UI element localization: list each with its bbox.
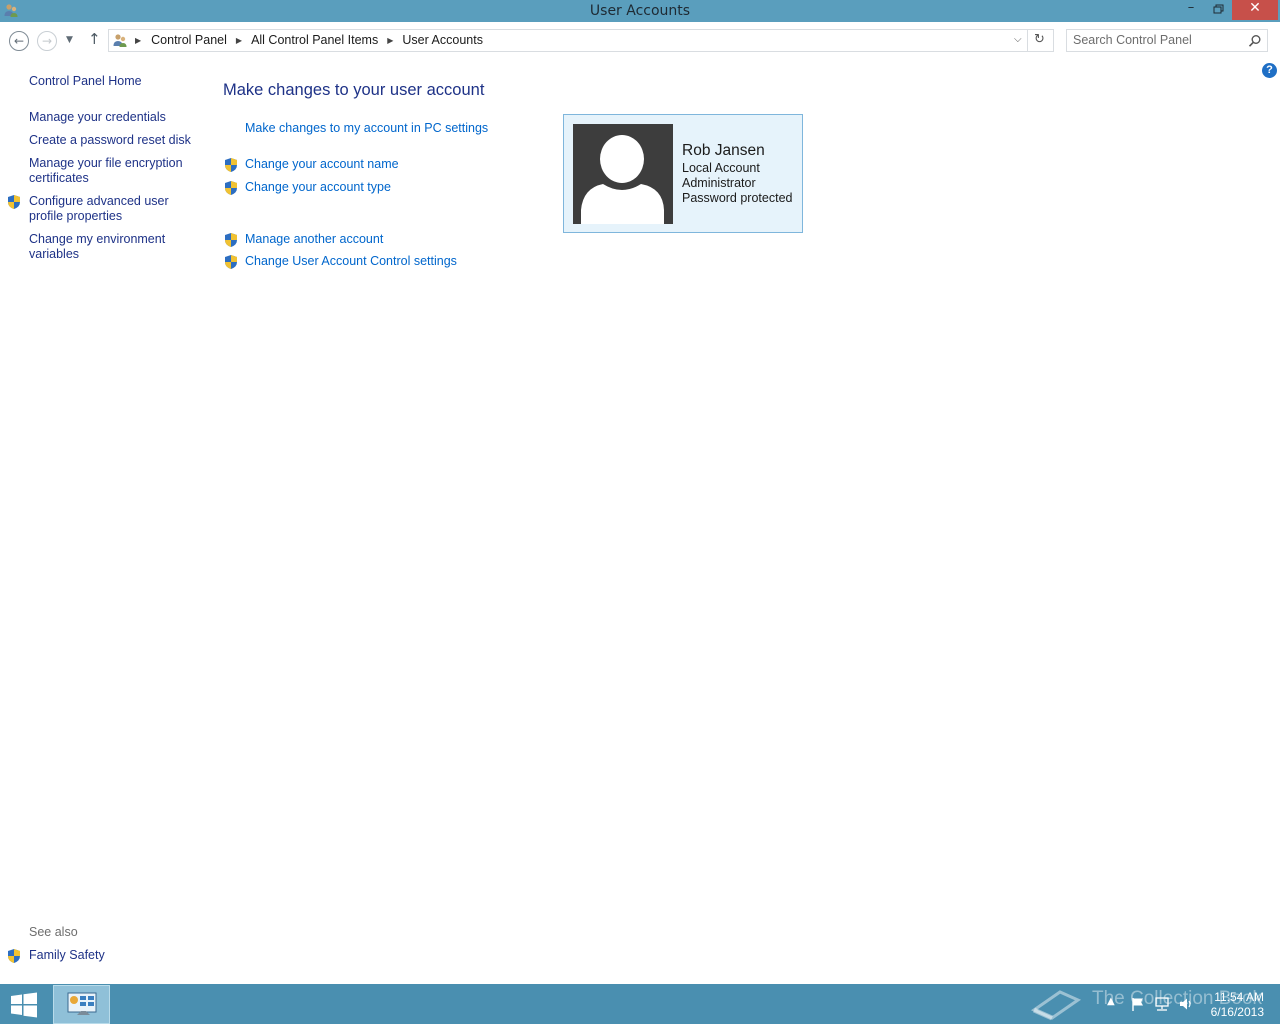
address-bar[interactable]: ▶ Control Panel ▶ All Control Panel Items ▶ U… — [108, 29, 1054, 52]
network-icon[interactable] — [1154, 996, 1170, 1012]
breadcrumb-separator-icon[interactable]: ▶ — [236, 36, 242, 45]
minimize-icon: – — [1187, 0, 1195, 15]
forward-button[interactable]: → — [37, 31, 57, 51]
search-icon[interactable] — [1248, 34, 1262, 48]
recent-locations-button[interactable]: ▼ — [66, 35, 73, 45]
account-tile: Rob Jansen Local Account Administrator P… — [563, 114, 803, 233]
forward-arrow-icon: → — [41, 34, 53, 48]
taskbar: The Collection Book ▲ 11:54 AM 6/16/2013 — [0, 984, 1280, 1024]
close-button[interactable]: ✕ — [1232, 0, 1278, 20]
up-button[interactable]: ↑ — [88, 30, 101, 48]
up-arrow-icon: ↑ — [88, 30, 101, 48]
uac-shield-icon — [8, 949, 20, 963]
windows-start-icon[interactable] — [8, 992, 40, 1018]
window-title: User Accounts — [589, 3, 691, 19]
divider — [1027, 30, 1028, 51]
breadcrumb-item-control-panel[interactable]: Control Panel — [151, 33, 227, 47]
see-also-label: See also — [29, 925, 78, 939]
users-icon — [113, 34, 127, 47]
account-role: Administrator — [682, 176, 756, 190]
page-heading: Make changes to your user account — [223, 81, 485, 99]
breadcrumb-separator-icon[interactable]: ▶ — [135, 36, 141, 45]
close-icon: ✕ — [1249, 0, 1261, 16]
breadcrumb: ▶ Control Panel ▶ All Control Panel Items ▶ U… — [131, 33, 483, 47]
create-password-reset-disk-link[interactable]: Create a password reset disk — [29, 133, 199, 148]
avatar — [573, 124, 673, 224]
taskbar-item-control-panel[interactable] — [53, 985, 110, 1024]
search-input[interactable] — [1073, 33, 1243, 47]
control-panel-home-link[interactable]: Control Panel Home — [29, 74, 199, 89]
book-logo-icon — [1030, 990, 1082, 1021]
clock-date: 6/16/2013 — [1210, 1005, 1264, 1019]
pc-settings-link[interactable]: Make changes to my account in PC setting… — [245, 121, 488, 135]
left-pane: Control Panel Home Manage your credentia… — [0, 60, 205, 984]
minimize-button[interactable]: – — [1178, 0, 1204, 20]
user-silhouette-icon — [581, 135, 664, 224]
uac-shield-icon — [225, 181, 237, 195]
change-uac-settings-link[interactable]: Change User Account Control settings — [245, 254, 457, 268]
navigation-bar: ← → ▼ ↑ ▶ Control Panel ▶ All Control Panel… — [0, 22, 1280, 60]
uac-shield-icon — [225, 233, 237, 247]
change-account-type-link[interactable]: Change your account type — [245, 180, 391, 194]
uac-shield-icon — [225, 158, 237, 172]
search-box[interactable] — [1066, 29, 1268, 52]
change-account-name-link[interactable]: Change your account name — [245, 157, 399, 171]
system-clock[interactable]: 11:54 AM 6/16/2013 — [1200, 990, 1264, 1020]
action-center-flag-icon[interactable] — [1130, 996, 1146, 1012]
restore-icon — [1213, 4, 1224, 14]
account-type: Local Account — [682, 161, 760, 175]
refresh-icon[interactable]: ↻ — [1034, 32, 1045, 47]
account-name: Rob Jansen — [682, 142, 765, 159]
show-hidden-icons-button[interactable]: ▲ — [1107, 996, 1115, 1007]
configure-advanced-profile-link[interactable]: Configure advanced user profile properti… — [29, 194, 199, 224]
breadcrumb-item-all-control-panel-items[interactable]: All Control Panel Items — [251, 33, 378, 47]
address-history-dropdown[interactable]: ⌵ — [1014, 34, 1022, 45]
volume-icon[interactable] — [1178, 996, 1194, 1012]
change-environment-variables-link[interactable]: Change my environment variables — [29, 232, 199, 262]
back-arrow-icon: ← — [13, 34, 25, 48]
maximize-button[interactable] — [1205, 0, 1231, 20]
back-button[interactable]: ← — [9, 31, 29, 51]
manage-another-account-link[interactable]: Manage another account — [245, 232, 383, 246]
breadcrumb-separator-icon[interactable]: ▶ — [387, 36, 393, 45]
chevron-down-icon: ▼ — [66, 35, 73, 45]
account-password-status: Password protected — [682, 191, 793, 205]
title-bar[interactable]: User Accounts – ✕ — [0, 0, 1280, 22]
uac-shield-icon — [225, 255, 237, 269]
uac-shield-icon — [8, 195, 20, 209]
control-panel-icon — [67, 992, 97, 1015]
family-safety-link[interactable]: Family Safety — [29, 948, 199, 963]
clock-time: 11:54 AM — [1214, 990, 1264, 1004]
breadcrumb-item-user-accounts[interactable]: User Accounts — [402, 33, 483, 47]
manage-credentials-link[interactable]: Manage your credentials — [29, 110, 199, 125]
manage-file-encryption-link[interactable]: Manage your file encryption certificates — [29, 156, 199, 186]
